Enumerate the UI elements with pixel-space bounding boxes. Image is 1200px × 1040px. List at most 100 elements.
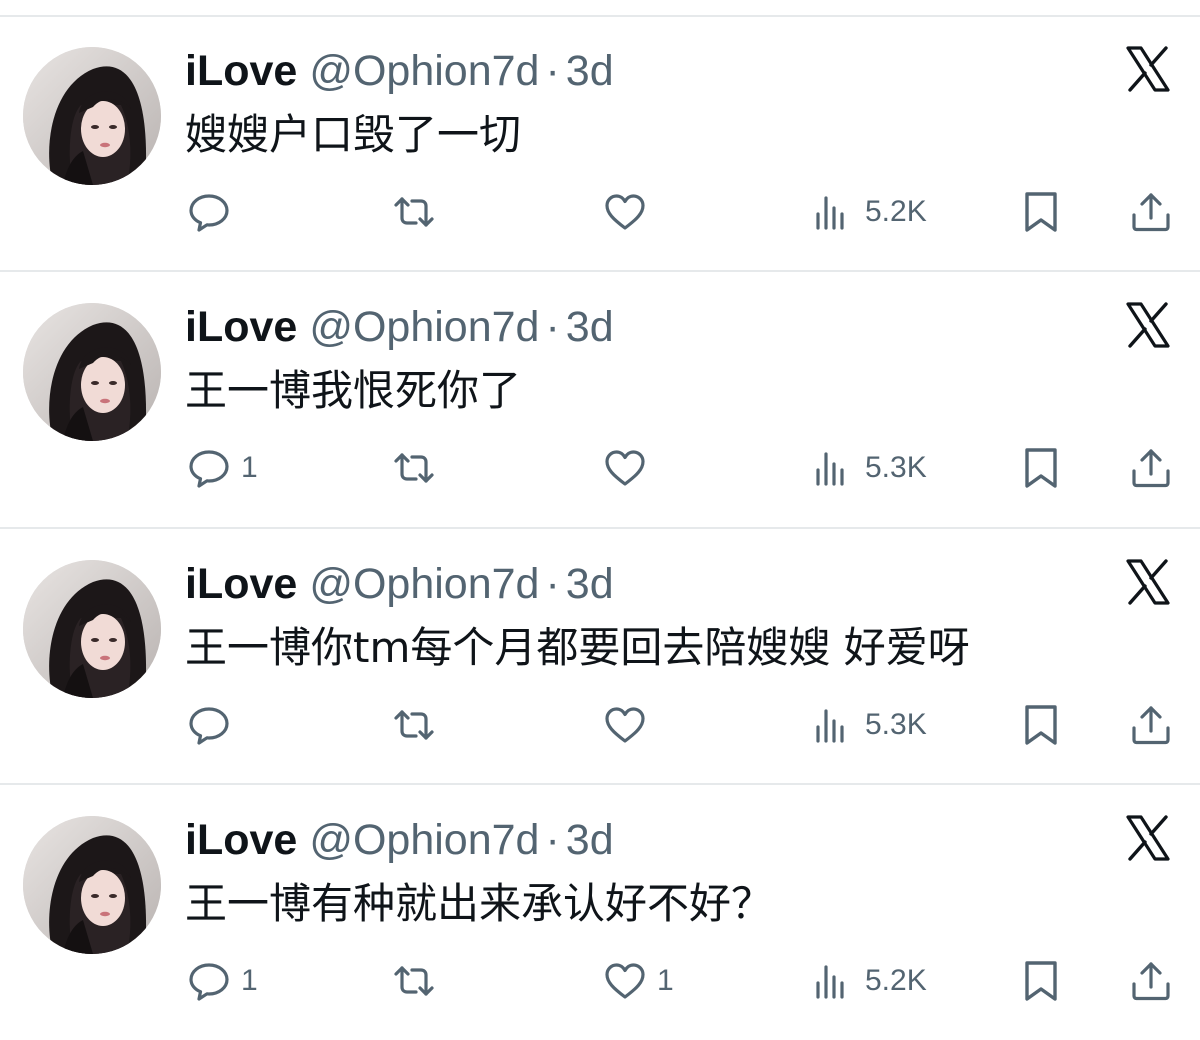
- share-icon: [1132, 193, 1170, 232]
- heart-icon: [605, 194, 645, 230]
- retweet-icon: [394, 453, 434, 483]
- avatar[interactable]: [23, 303, 161, 441]
- views-chart-icon: [816, 196, 844, 230]
- share-icon: [1132, 706, 1170, 745]
- retweet-button[interactable]: [392, 445, 436, 491]
- retweet-button[interactable]: [392, 958, 436, 1004]
- views-count: 5.2K: [865, 964, 927, 997]
- reply-icon: [189, 963, 229, 1001]
- timestamp[interactable]: 3d: [566, 560, 614, 608]
- bookmark-icon: [1025, 448, 1057, 488]
- views-button[interactable]: 5.2K: [811, 958, 927, 1004]
- tweet-header: iLove @Ophion7d · 3d: [185, 45, 614, 97]
- bookmark-icon: [1025, 705, 1057, 745]
- display-name[interactable]: iLove: [185, 303, 297, 351]
- display-name[interactable]: iLove: [185, 816, 297, 864]
- retweet-icon: [394, 966, 434, 996]
- timestamp[interactable]: 3d: [566, 303, 614, 351]
- tweet[interactable]: iLove @Ophion7d · 3d 嫂嫂户口毁了一切 5.2K: [0, 15, 1200, 271]
- display-name[interactable]: iLove: [185, 47, 297, 95]
- bookmark-button[interactable]: [1019, 189, 1063, 235]
- tweet-header: iLove @Ophion7d · 3d: [185, 558, 614, 610]
- share-button[interactable]: [1129, 702, 1173, 748]
- x-logo-icon: [1126, 46, 1170, 92]
- like-button[interactable]: 1: [603, 958, 674, 1004]
- like-button[interactable]: [603, 445, 657, 491]
- timestamp[interactable]: 3d: [566, 47, 614, 95]
- tweet-text: 王一博有种就出来承认好不好？: [185, 879, 774, 928]
- separator-dot: ·: [545, 47, 560, 95]
- retweet-icon: [394, 197, 434, 227]
- share-icon: [1132, 962, 1170, 1001]
- tweet-text: 王一博你tm每个月都要回去陪嫂嫂 好爱呀: [185, 623, 970, 672]
- heart-icon: [605, 707, 645, 743]
- reply-button[interactable]: [187, 702, 241, 748]
- tweet-feed: iLove @Ophion7d · 3d 嫂嫂户口毁了一切 5.2K iLove…: [0, 0, 1200, 1034]
- tweet-text: 王一博我恨死你了: [185, 366, 522, 415]
- views-chart-icon: [816, 452, 844, 486]
- separator-dot: ·: [545, 560, 560, 608]
- tweet-actions: 1 1 5.2K: [0, 958, 1200, 1004]
- views-button[interactable]: 5.2K: [811, 189, 927, 235]
- bookmark-icon: [1025, 192, 1057, 232]
- username-handle[interactable]: @Ophion7d: [309, 816, 539, 864]
- tweet-actions: 5.2K: [0, 189, 1200, 235]
- username-handle[interactable]: @Ophion7d: [309, 303, 539, 351]
- reply-count: 1: [241, 451, 258, 484]
- like-button[interactable]: [603, 702, 657, 748]
- tweet-text: 嫂嫂户口毁了一切: [185, 110, 522, 159]
- retweet-button[interactable]: [392, 189, 436, 235]
- avatar-image: [23, 47, 161, 185]
- reply-button[interactable]: [187, 189, 241, 235]
- reply-button[interactable]: 1: [187, 445, 258, 491]
- x-logo-icon: [1126, 815, 1170, 861]
- views-button[interactable]: 5.3K: [811, 702, 927, 748]
- share-button[interactable]: [1129, 189, 1173, 235]
- share-button[interactable]: [1129, 958, 1173, 1004]
- x-logo-icon: [1126, 302, 1170, 348]
- heart-icon: [605, 450, 645, 486]
- share-icon: [1132, 449, 1170, 488]
- like-count: 1: [657, 964, 674, 997]
- tweet[interactable]: iLove @Ophion7d · 3d 王一博我恨死你了 1 5.3K: [0, 271, 1200, 527]
- bookmark-icon: [1025, 961, 1057, 1001]
- bookmark-button[interactable]: [1019, 702, 1063, 748]
- separator-dot: ·: [545, 303, 560, 351]
- like-button[interactable]: [603, 189, 657, 235]
- reply-count: 1: [241, 964, 258, 997]
- username-handle[interactable]: @Ophion7d: [309, 47, 539, 95]
- retweet-icon: [394, 710, 434, 740]
- reply-button[interactable]: 1: [187, 958, 258, 1004]
- views-count: 5.3K: [865, 451, 927, 484]
- avatar[interactable]: [23, 816, 161, 954]
- display-name[interactable]: iLove: [185, 560, 297, 608]
- reply-icon: [189, 194, 229, 232]
- tweet-actions: 1 5.3K: [0, 445, 1200, 491]
- tweet[interactable]: iLove @Ophion7d · 3d 王一博有种就出来承认好不好？ 1 1 …: [0, 784, 1200, 1040]
- heart-icon: [605, 963, 645, 999]
- x-logo-icon: [1126, 559, 1170, 605]
- avatar-image: [23, 303, 161, 441]
- views-chart-icon: [816, 965, 844, 999]
- retweet-button[interactable]: [392, 702, 436, 748]
- username-handle[interactable]: @Ophion7d: [309, 560, 539, 608]
- views-chart-icon: [816, 709, 844, 743]
- timestamp[interactable]: 3d: [566, 816, 614, 864]
- separator-dot: ·: [545, 816, 560, 864]
- bookmark-button[interactable]: [1019, 445, 1063, 491]
- avatar-image: [23, 816, 161, 954]
- reply-icon: [189, 707, 229, 745]
- tweet-header: iLove @Ophion7d · 3d: [185, 301, 614, 353]
- views-count: 5.3K: [865, 708, 927, 741]
- reply-icon: [189, 450, 229, 488]
- views-button[interactable]: 5.3K: [811, 445, 927, 491]
- avatar[interactable]: [23, 47, 161, 185]
- tweet-header: iLove @Ophion7d · 3d: [185, 814, 614, 866]
- avatar[interactable]: [23, 560, 161, 698]
- bookmark-button[interactable]: [1019, 958, 1063, 1004]
- avatar-image: [23, 560, 161, 698]
- views-count: 5.2K: [865, 195, 927, 228]
- tweet[interactable]: iLove @Ophion7d · 3d 王一博你tm每个月都要回去陪嫂嫂 好爱呀: [0, 528, 1200, 784]
- tweet-actions: 5.3K: [0, 702, 1200, 748]
- share-button[interactable]: [1129, 445, 1173, 491]
